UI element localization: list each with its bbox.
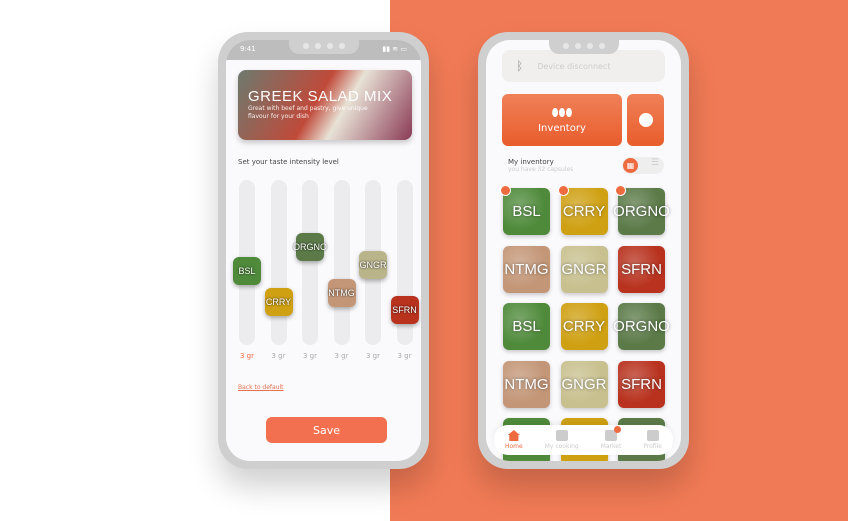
taste-slider-ntmg[interactable]: NTMG <box>327 180 356 345</box>
capsule-tile[interactable]: SFRN <box>618 245 665 293</box>
slider-knob[interactable]: BSL <box>233 256 261 285</box>
taste-slider-gngr[interactable]: GNGR <box>359 180 387 345</box>
device-status-bar[interactable]: ᛒ Device disconnect <box>502 50 665 82</box>
nav-label: Profile <box>643 443 662 450</box>
slider-amount: 3 gr <box>303 352 317 360</box>
grid-view-icon[interactable]: ▦ <box>623 158 638 173</box>
capsule-label: ORGNO <box>613 203 670 220</box>
my-inventory-title: My inventory <box>508 158 554 166</box>
capsule-tile[interactable]: CRRY <box>557 185 608 235</box>
bottom-nav: Home My cooking Market Profile <box>494 425 673 455</box>
notch <box>548 40 619 54</box>
recipe-title: GREEK SALAD MIX <box>248 88 393 105</box>
capsule-tile[interactable]: ORGNO <box>613 185 670 235</box>
nav-label: My cooking <box>544 443 579 450</box>
capsule-label: GNGR <box>561 375 607 393</box>
pin-icon <box>500 185 511 196</box>
slider-amount: 3 gr <box>334 352 349 360</box>
capsule-tile[interactable]: NTMG <box>503 360 550 408</box>
taste-slider-sfrn[interactable]: SFRN <box>390 180 419 345</box>
capsule-label: NTMG <box>504 260 549 278</box>
slider-knob[interactable]: ORGNO <box>293 233 327 262</box>
capsule-tile[interactable]: BSL <box>503 303 550 350</box>
nav-home[interactable]: Home <box>505 430 523 450</box>
slider-amount: 3 gr <box>240 352 254 360</box>
right-phone: ᛒ Device disconnect ⬮⬮⬮ Inventory My inven… <box>478 32 689 469</box>
status-icons: ▮▮ ≋ ▭ <box>382 45 407 53</box>
device-status-text: Device disconnect <box>537 61 611 71</box>
capsule-label: BSL <box>512 318 541 335</box>
capsule-tile[interactable]: GNGR <box>560 360 608 408</box>
list-view-icon[interactable]: ☰ <box>651 158 659 168</box>
capsule-count: you have 32 capsules <box>508 166 574 173</box>
capsule-tile[interactable]: ORGNO <box>613 303 670 350</box>
notch <box>288 40 359 54</box>
cooking-icon <box>555 430 568 441</box>
inventory-label: Inventory <box>538 123 586 134</box>
slider-amount: 3 gr <box>271 352 286 360</box>
slider-amount: 3 gr <box>397 352 412 360</box>
slider-knob[interactable]: NTMG <box>327 278 356 307</box>
pin-icon <box>557 185 569 196</box>
home-screen: ᛒ Device disconnect ⬮⬮⬮ Inventory My inven… <box>486 40 681 461</box>
capsule-tile[interactable]: BSL <box>500 185 550 235</box>
recipe-description: Great with beef and pastry, give unique … <box>248 105 368 120</box>
taste-slider-orgno[interactable]: ORGNO <box>293 180 327 345</box>
my-inventory-header: My inventory you have 32 capsules <box>508 158 573 173</box>
taste-slider-bsl[interactable]: BSL <box>233 180 261 345</box>
capsule-label: ORGNO <box>613 318 670 335</box>
slider-knob[interactable]: SFRN <box>390 296 419 325</box>
profile-icon <box>646 430 659 441</box>
save-button[interactable]: Save <box>266 417 387 443</box>
back-to-default-link[interactable]: Back to default <box>238 384 284 391</box>
taste-slider-crry[interactable]: CRRY <box>264 180 293 345</box>
capsule-label: NTMG <box>504 375 549 393</box>
intensity-label: Set your taste intensity level <box>238 158 339 166</box>
slider-knob[interactable]: GNGR <box>359 251 387 280</box>
market-icon <box>605 426 622 441</box>
pin-icon <box>615 185 626 196</box>
capsule-label: CRRY <box>562 318 606 335</box>
recipe-banner: GREEK SALAD MIX Great with beef and past… <box>238 70 412 140</box>
capsule-label: BSL <box>512 203 541 220</box>
capsule-tile[interactable]: NTMG <box>503 245 550 293</box>
capsule-label: CRRY <box>562 203 606 220</box>
slider-amount: 3 gr <box>366 352 380 360</box>
compass-icon <box>638 113 653 127</box>
capsule-label: GNGR <box>561 260 607 278</box>
left-phone: 9:41 ▮▮ ≋ ▭ GREEK SALAD MIX Great with be… <box>218 32 429 469</box>
capsule-tile[interactable]: SFRN <box>618 360 665 408</box>
inventory-button[interactable]: ⬮⬮⬮ Inventory <box>502 94 622 146</box>
capsules-icon: ⬮⬮⬮ <box>551 106 573 119</box>
nav-label: Market <box>600 443 622 450</box>
bluetooth-icon: ᛒ <box>516 59 524 73</box>
nav-market[interactable]: Market <box>600 426 622 450</box>
status-time: 9:41 <box>240 45 256 53</box>
home-icon <box>507 430 520 441</box>
nav-my-cooking[interactable]: My cooking <box>545 430 579 450</box>
compass-button[interactable] <box>627 94 664 146</box>
capsule-tile[interactable]: GNGR <box>560 245 608 293</box>
slider-knob[interactable]: CRRY <box>264 288 293 317</box>
view-toggle[interactable]: ▦ ☰ <box>622 157 664 174</box>
capsule-label: SFRN <box>621 375 662 393</box>
nav-profile[interactable]: Profile <box>643 430 662 450</box>
notification-badge <box>614 426 622 433</box>
nav-label: Home <box>504 443 523 450</box>
taste-screen: 9:41 ▮▮ ≋ ▭ GREEK SALAD MIX Great with be… <box>226 40 421 461</box>
capsule-tile[interactable]: CRRY <box>560 303 608 350</box>
capsule-label: SFRN <box>621 260 662 278</box>
